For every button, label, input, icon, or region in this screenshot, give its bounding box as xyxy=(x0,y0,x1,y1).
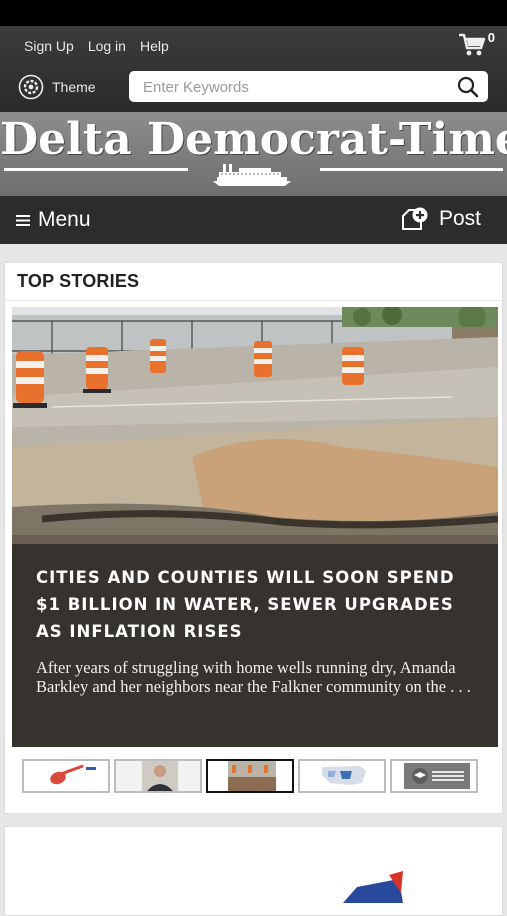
portrait-image xyxy=(116,761,200,791)
nav-bar: Menu Post xyxy=(0,196,507,244)
road-repair-image xyxy=(208,761,292,791)
guitar-thumbnail[interactable] xyxy=(22,759,110,793)
story-overlay: Cities and counties will soon spend $1 b… xyxy=(12,544,498,747)
masthead-rule-left xyxy=(4,168,188,171)
us-map-image xyxy=(300,761,384,791)
top-stories-card: TOP STORIES CITIES AND COUNTIES WILL SOO… xyxy=(4,262,503,814)
theme-button[interactable]: Theme xyxy=(18,74,96,100)
steamboat-logo xyxy=(213,164,291,186)
education-logo xyxy=(392,761,476,791)
hamburger-icon xyxy=(16,215,30,226)
story-thumbnails xyxy=(22,759,478,793)
status-bar xyxy=(0,0,507,26)
story-summary: After years of struggling with home well… xyxy=(36,658,471,696)
log-in-link[interactable]: Log in xyxy=(88,38,126,54)
masthead-rule-right xyxy=(320,168,503,171)
section-heading: TOP STORIES xyxy=(17,271,140,291)
featured-story[interactable]: Cities and counties will soon spend $1 b… xyxy=(12,307,498,747)
sign-up-link[interactable]: Sign Up xyxy=(24,38,74,54)
cart-button[interactable]: 0 xyxy=(457,30,495,60)
cart-icon xyxy=(459,33,486,56)
search-icon[interactable] xyxy=(456,75,480,99)
theme-label: Theme xyxy=(52,79,96,95)
help-link[interactable]: Help xyxy=(140,38,169,54)
map-thumbnail[interactable] xyxy=(298,759,386,793)
partial-advertisement-image xyxy=(343,871,403,903)
next-story-card[interactable] xyxy=(4,826,503,916)
story-headline[interactable]: Cities and counties will soon spend $1 b… xyxy=(36,564,476,645)
masthead-title: Delta Democrat-Times xyxy=(0,114,507,165)
masthead[interactable]: Delta Democrat-Times xyxy=(0,112,507,196)
portrait-thumbnail[interactable] xyxy=(114,759,202,793)
account-links: Sign Up Log in Help xyxy=(24,38,169,54)
gear-icon xyxy=(18,74,44,100)
guitar-icon xyxy=(24,761,108,791)
post-button[interactable]: Post xyxy=(401,207,481,231)
search-input[interactable] xyxy=(141,71,445,104)
menu-label: Menu xyxy=(38,208,91,231)
add-post-icon xyxy=(401,207,428,230)
road-repair-thumbnail[interactable] xyxy=(206,759,294,793)
mississippi-education-thumbnail[interactable] xyxy=(390,759,478,793)
cart-count: 0 xyxy=(487,30,495,45)
post-label: Post xyxy=(438,207,481,230)
divider xyxy=(5,300,502,301)
menu-button[interactable]: Menu xyxy=(16,208,91,232)
search-box xyxy=(129,71,488,104)
top-bar: Sign Up Log in Help 0 Theme xyxy=(0,26,507,112)
